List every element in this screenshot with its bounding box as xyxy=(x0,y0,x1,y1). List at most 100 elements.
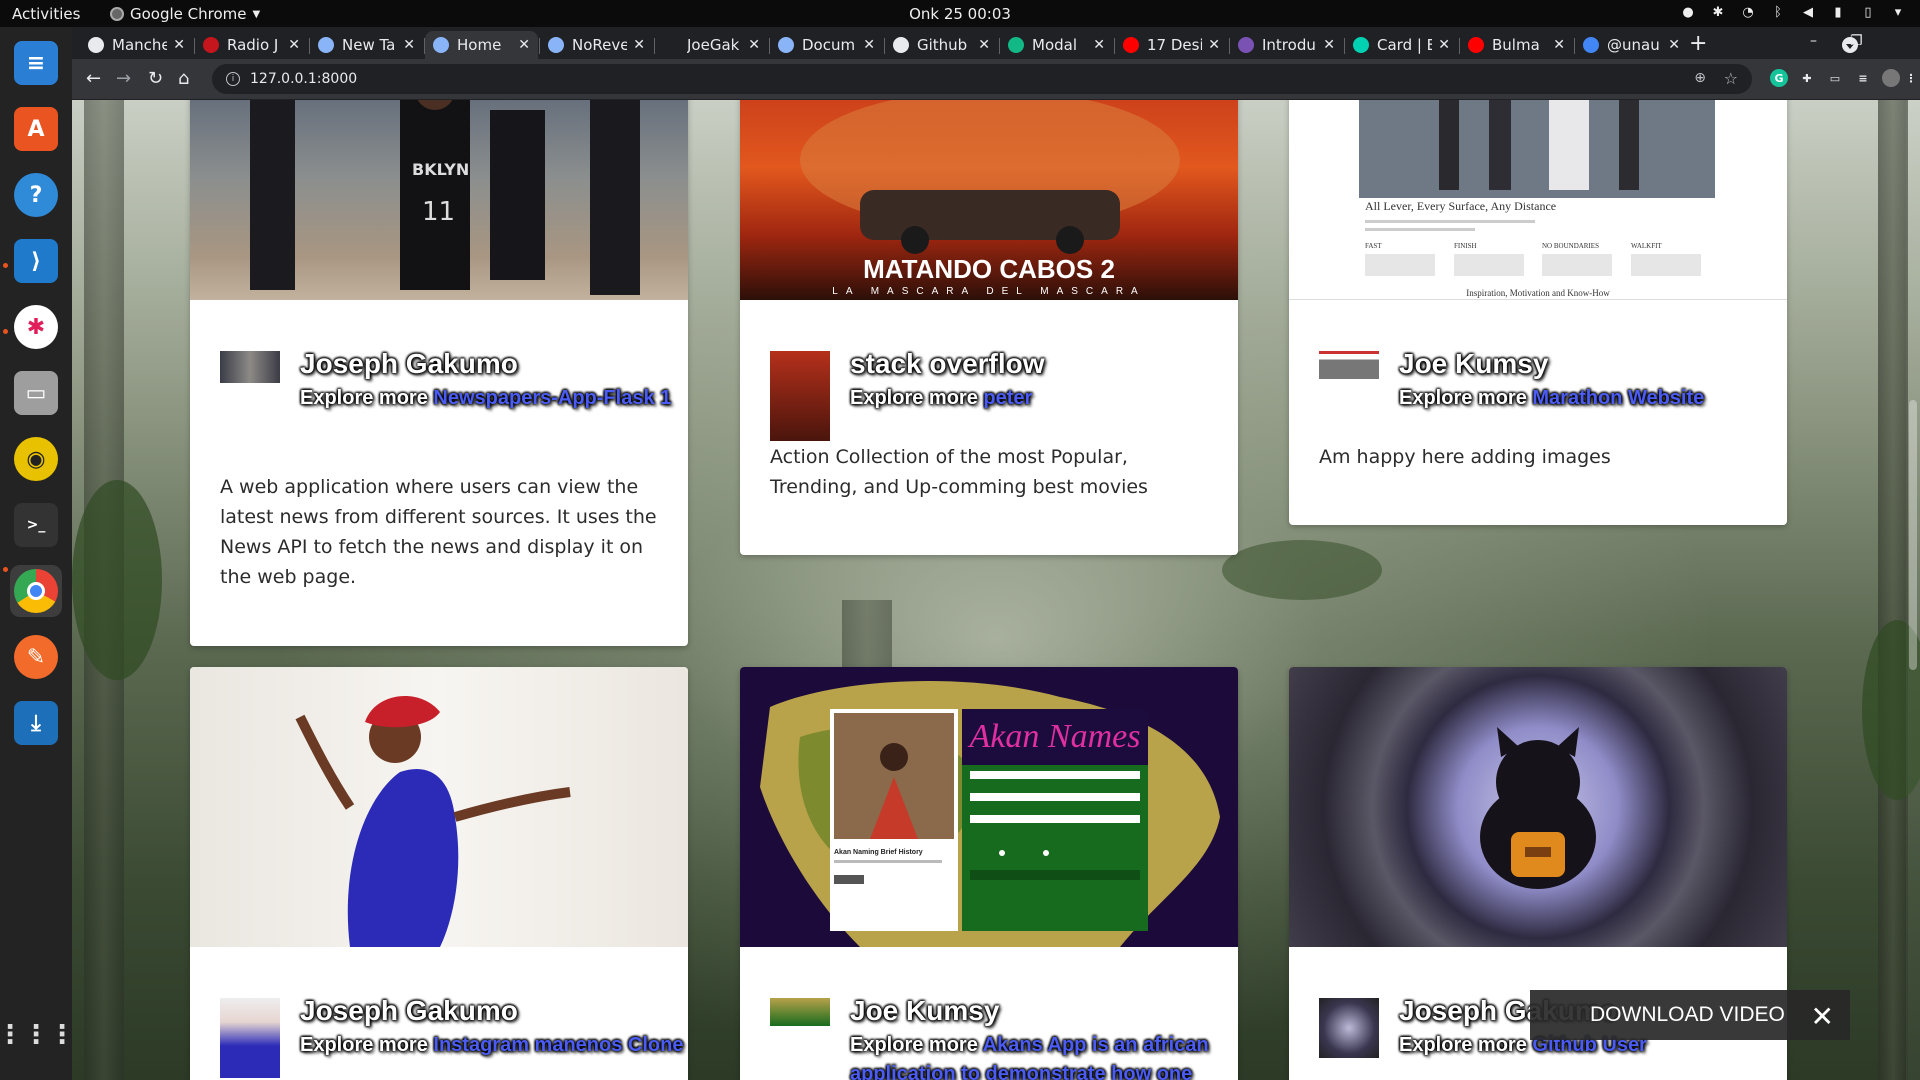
scrollbar-thumb[interactable] xyxy=(1909,400,1917,670)
system-tray[interactable]: ● ✱ ◔ ᛒ ◀ ▮ ▯ ▾ xyxy=(1680,4,1906,20)
profile-avatar[interactable] xyxy=(1882,69,1900,87)
dock-slack[interactable]: ✱ xyxy=(10,301,62,353)
tab-close-icon[interactable]: ✕ xyxy=(863,37,875,53)
home-button[interactable]: ⌂ xyxy=(178,68,189,89)
author-avatar[interactable] xyxy=(1319,998,1379,1058)
author-avatar[interactable] xyxy=(220,998,280,1078)
browser-tab[interactable]: Bulma ✕ xyxy=(1460,31,1573,59)
browser-tab[interactable]: Card | B ✕ xyxy=(1345,31,1458,59)
close-icon[interactable]: ✕ xyxy=(1811,1000,1834,1033)
dock-vscode[interactable]: ⟩ xyxy=(10,235,62,287)
tab-close-icon[interactable]: ✕ xyxy=(1093,37,1105,53)
chrome-app-icon xyxy=(110,7,124,21)
tab-close-icon[interactable]: ✕ xyxy=(1553,37,1565,53)
project-card[interactable]: Akan Naming Brief History Akan Names Joe… xyxy=(740,667,1238,1080)
slack-tray-icon[interactable]: ✱ xyxy=(1710,4,1726,20)
grammarly-extension-icon[interactable]: G xyxy=(1770,69,1788,87)
dock-installer[interactable]: ⤓ xyxy=(10,697,62,749)
browser-tab[interactable]: 17 Desi ✕ xyxy=(1115,31,1228,59)
tab-close-icon[interactable]: ✕ xyxy=(173,37,185,53)
project-card[interactable]: All Lever, Every Surface, Any Distance F… xyxy=(1289,100,1787,525)
tab-close-icon[interactable]: ✕ xyxy=(633,37,645,53)
activities-button[interactable]: Activities xyxy=(12,5,80,23)
page-scrollbar[interactable] xyxy=(1906,100,1920,1080)
download-video-label[interactable]: DOWNLOAD VIDEO xyxy=(1590,1003,1785,1027)
show-applications-button[interactable]: ⋮⋮⋮ xyxy=(0,1009,75,1061)
project-image[interactable]: All Lever, Every Surface, Any Distance F… xyxy=(1289,100,1787,300)
dock-libreoffice-writer[interactable]: ≡ xyxy=(10,37,62,89)
chrome-menu-icon[interactable]: ⋮ xyxy=(1902,69,1920,87)
author-avatar[interactable] xyxy=(220,351,280,383)
cast-icon[interactable]: ▭ xyxy=(1826,69,1844,87)
browser-tab[interactable]: Modal ✕ xyxy=(1000,31,1113,59)
chat-icon[interactable]: ● xyxy=(1680,4,1696,20)
dock-rhythmbox[interactable]: ◉ xyxy=(10,433,62,485)
wifi-icon[interactable]: ◔ xyxy=(1740,4,1756,20)
grid-icon: ⋮⋮⋮ xyxy=(0,1020,75,1050)
volume-icon[interactable]: ◀ xyxy=(1800,4,1816,20)
tab-close-icon[interactable]: ✕ xyxy=(1323,37,1335,53)
dock-chrome[interactable] xyxy=(10,565,62,617)
tab-close-icon[interactable]: ✕ xyxy=(1438,37,1450,53)
app-menu[interactable]: Google Chrome ▼ xyxy=(110,5,260,23)
tab-close-icon[interactable]: ✕ xyxy=(288,37,300,53)
author-avatar[interactable] xyxy=(770,998,830,1026)
project-link[interactable]: peter xyxy=(983,387,1032,409)
new-tab-button[interactable]: + xyxy=(1689,31,1707,56)
clock[interactable]: Onk 25 00:03 xyxy=(909,5,1011,23)
address-bar[interactable]: i 127.0.0.1:8000 ⊕ ☆ xyxy=(212,64,1752,94)
tab-close-icon[interactable]: ✕ xyxy=(748,37,760,53)
download-video-popup[interactable]: DOWNLOAD VIDEO ✕ xyxy=(1530,990,1850,1040)
browser-tab[interactable]: Home ✕ xyxy=(425,31,538,59)
zoom-icon[interactable]: ⊕ xyxy=(1694,70,1706,86)
project-card[interactable]: Joseph Gakumo Explore more Instagram man… xyxy=(190,667,688,1080)
author-avatar[interactable] xyxy=(770,351,830,441)
project-card[interactable]: BKLYN 11 Joseph Gakumo Explore more News… xyxy=(190,100,688,646)
tab-close-icon[interactable]: ✕ xyxy=(978,37,990,53)
project-card[interactable]: MATANDO CABOS 2 LA MASCARA DEL MASCARA s… xyxy=(740,100,1238,555)
dock-software-center[interactable]: A xyxy=(10,103,62,155)
tab-close-icon[interactable]: ✕ xyxy=(518,37,530,53)
url-text[interactable]: 127.0.0.1:8000 xyxy=(250,71,357,87)
project-link[interactable]: Marathon Website xyxy=(1532,387,1704,409)
forward-button[interactable]: → xyxy=(116,68,131,89)
minimize-button[interactable]: – xyxy=(1810,33,1817,49)
browser-tab[interactable]: New Ta ✕ xyxy=(310,31,423,59)
browser-tab[interactable]: Radio J ✕ xyxy=(195,31,308,59)
microphone-icon[interactable]: ▮ xyxy=(1830,4,1846,20)
project-image[interactable]: MATANDO CABOS 2 LA MASCARA DEL MASCARA xyxy=(740,100,1238,300)
tab-close-icon[interactable]: ✕ xyxy=(1208,37,1220,53)
battery-icon[interactable]: ▯ xyxy=(1860,4,1876,20)
project-link[interactable]: Instagram manenos Clone xyxy=(433,1034,683,1056)
reload-button[interactable]: ↻ xyxy=(148,68,163,89)
bluetooth-icon[interactable]: ᛒ xyxy=(1770,4,1786,20)
explore-line: Explore more Newspapers-App-Flask 1 xyxy=(300,384,688,413)
project-image[interactable] xyxy=(190,667,688,947)
tab-close-icon[interactable]: ✕ xyxy=(403,37,415,53)
extensions-icon[interactable]: ✚ xyxy=(1798,69,1816,87)
restore-button[interactable]: ❐ xyxy=(1850,33,1863,49)
power-menu-icon[interactable]: ▾ xyxy=(1890,4,1906,20)
browser-tab[interactable]: Introdu ✕ xyxy=(1230,31,1343,59)
dock-terminal[interactable]: >_ xyxy=(10,499,62,551)
project-image[interactable] xyxy=(1289,667,1787,947)
browser-tab[interactable]: Github ✕ xyxy=(885,31,998,59)
back-button[interactable]: ← xyxy=(86,68,101,89)
browser-tab[interactable]: NoReve ✕ xyxy=(540,31,653,59)
site-info-icon[interactable]: i xyxy=(226,72,240,86)
dock-color-picker[interactable]: ✎ xyxy=(10,631,62,683)
tab-close-icon[interactable]: ✕ xyxy=(1668,37,1680,53)
browser-tab[interactable]: JoeGak ✕ xyxy=(655,31,768,59)
project-image[interactable]: Akan Naming Brief History Akan Names xyxy=(740,667,1238,947)
bookmark-star-icon[interactable]: ☆ xyxy=(1724,69,1738,88)
dock-files[interactable]: ▭ xyxy=(10,367,62,419)
browser-tab[interactable]: Docum ✕ xyxy=(770,31,883,59)
browser-tab[interactable]: Manche ✕ xyxy=(80,31,193,59)
dock-help[interactable]: ? xyxy=(10,169,62,221)
project-image[interactable]: BKLYN 11 xyxy=(190,100,688,300)
project-link[interactable]: Newspapers-App-Flask 1 xyxy=(433,387,671,409)
author-avatar[interactable] xyxy=(1319,351,1379,379)
site-heading: All Lever, Every Surface, Any Distance xyxy=(1365,199,1556,213)
reading-list-icon[interactable]: ≡ xyxy=(1854,69,1872,87)
browser-tab[interactable]: @unau ✕ xyxy=(1575,31,1688,59)
